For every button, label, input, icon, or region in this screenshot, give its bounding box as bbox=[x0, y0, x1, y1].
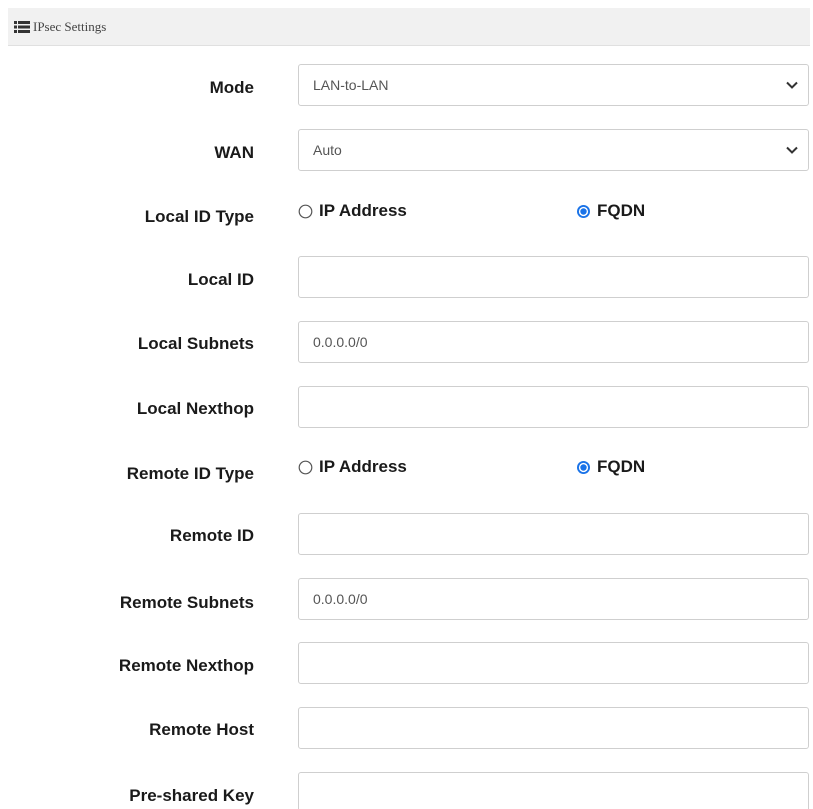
ipsec-settings-panel: IPsec Settings Mode LAN-to-LAN WAN Auto … bbox=[0, 0, 813, 809]
local-id-type-label: Local ID Type bbox=[144, 207, 254, 226]
wan-select-value: Auto bbox=[313, 142, 342, 158]
remote-id-type-label: Remote ID Type bbox=[126, 464, 254, 483]
mode-select-value: LAN-to-LAN bbox=[313, 77, 389, 93]
radio-label-fqdn: FQDN bbox=[597, 201, 646, 220]
local-id-type-radio-fqdn[interactable]: FQDN bbox=[576, 201, 645, 221]
radio-label-fqdn: FQDN bbox=[597, 457, 646, 476]
wan-select[interactable]: Auto bbox=[298, 129, 809, 171]
local-nexthop-label: Local Nexthop bbox=[136, 399, 254, 418]
remote-id-type-radio-group-2: FQDN bbox=[576, 456, 645, 478]
local-id-label: Local ID bbox=[187, 270, 254, 289]
pre-shared-key-input[interactable] bbox=[298, 772, 809, 809]
panel-title: IPsec Settings bbox=[33, 18, 107, 34]
local-id-type-radio-ip[interactable]: IP Address bbox=[298, 201, 407, 221]
local-subnets-label: Local Subnets bbox=[137, 334, 254, 353]
remote-id-type-radio-ip[interactable]: IP Address bbox=[298, 457, 407, 477]
local-id-type-radio-group: IP Address bbox=[298, 200, 407, 222]
local-nexthop-input[interactable] bbox=[298, 386, 809, 428]
radio-label-ip-address: IP Address bbox=[319, 201, 407, 220]
remote-host-label: Remote Host bbox=[149, 720, 254, 739]
remote-nexthop-input[interactable] bbox=[298, 642, 809, 684]
chevron-down-icon bbox=[786, 81, 798, 89]
local-id-type-radio-group-2: FQDN bbox=[576, 200, 645, 222]
mode-label: Mode bbox=[209, 78, 254, 97]
remote-nexthop-label: Remote Nexthop bbox=[118, 656, 254, 675]
remote-subnets-value: 0.0.0.0/0 bbox=[313, 591, 368, 607]
remote-id-type-row: Remote ID Type IP Address FQDN bbox=[0, 452, 813, 494]
wan-row: WAN Auto bbox=[0, 129, 813, 171]
local-subnets-input[interactable]: 0.0.0.0/0 bbox=[298, 321, 809, 363]
remote-id-row: Remote ID bbox=[0, 513, 813, 555]
wan-label: WAN bbox=[214, 143, 254, 162]
radio-checked-icon bbox=[577, 204, 590, 218]
local-nexthop-row: Local Nexthop bbox=[0, 386, 813, 428]
mode-row: Mode LAN-to-LAN bbox=[0, 64, 813, 106]
radio-unchecked-icon bbox=[298, 204, 313, 218]
pre-shared-key-label: Pre-shared Key bbox=[129, 786, 254, 805]
radio-checked-icon bbox=[577, 460, 590, 474]
chevron-down-icon bbox=[786, 146, 798, 154]
remote-id-label: Remote ID bbox=[169, 526, 254, 545]
remote-subnets-label: Remote Subnets bbox=[119, 593, 254, 612]
remote-id-type-radio-group: IP Address bbox=[298, 456, 407, 478]
local-id-type-row: Local ID Type IP Address FQDN bbox=[0, 196, 813, 238]
remote-id-input[interactable] bbox=[298, 513, 809, 555]
mode-select[interactable]: LAN-to-LAN bbox=[298, 64, 809, 106]
remote-subnets-input[interactable]: 0.0.0.0/0 bbox=[298, 578, 809, 620]
remote-host-input[interactable] bbox=[298, 707, 809, 749]
remote-id-type-radio-fqdn[interactable]: FQDN bbox=[576, 457, 645, 477]
list-icon bbox=[14, 20, 30, 33]
pre-shared-key-row: Pre-shared Key bbox=[0, 772, 813, 809]
local-id-input[interactable] bbox=[298, 256, 809, 298]
local-subnets-row: Local Subnets 0.0.0.0/0 bbox=[0, 321, 813, 363]
remote-nexthop-row: Remote Nexthop bbox=[0, 642, 813, 684]
local-subnets-value: 0.0.0.0/0 bbox=[313, 334, 368, 350]
remote-host-row: Remote Host bbox=[0, 707, 813, 749]
remote-subnets-row: Remote Subnets 0.0.0.0/0 bbox=[0, 578, 813, 620]
local-id-row: Local ID bbox=[0, 256, 813, 298]
panel-header: IPsec Settings bbox=[8, 8, 810, 46]
radio-label-ip-address: IP Address bbox=[319, 457, 407, 476]
radio-unchecked-icon bbox=[298, 460, 313, 474]
